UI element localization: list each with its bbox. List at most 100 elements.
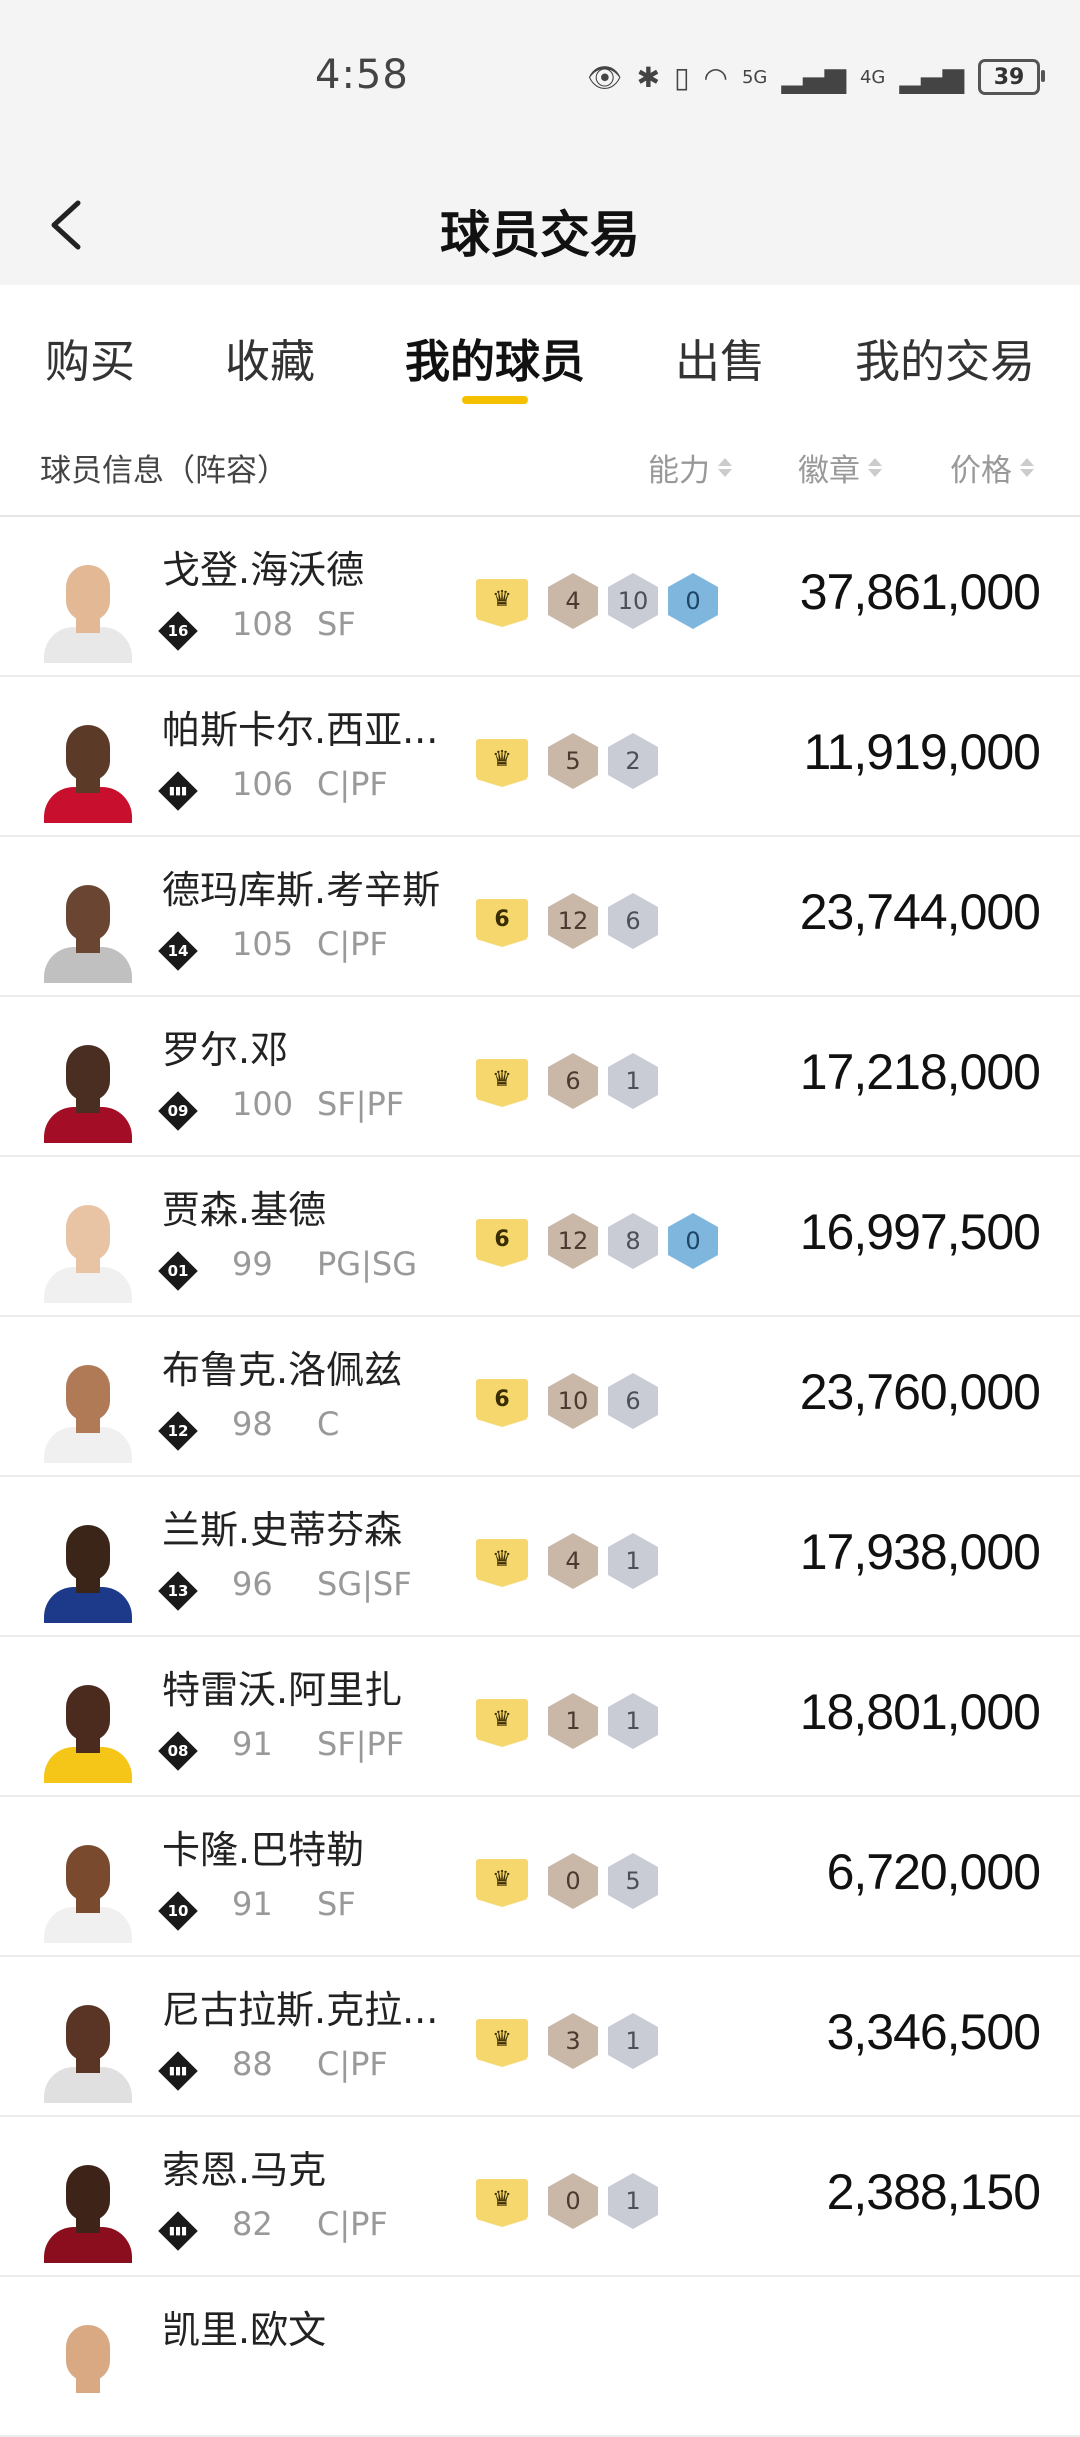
player-price: 2,388,150: [826, 2164, 1041, 2220]
player-price: 18,801,000: [799, 1684, 1041, 1740]
sort-price[interactable]: 价格: [950, 445, 1034, 490]
player-position: SF|PF: [317, 1085, 405, 1123]
lineup-rank-badge: 10: [158, 1891, 198, 1931]
tab-my-trades[interactable]: 我的交易: [855, 325, 1035, 390]
player-position: SF: [317, 1885, 356, 1923]
player-position: SG|SF: [317, 1565, 412, 1603]
player-row[interactable]: 兰斯.史蒂芬森 13 96 SG|SF ♛ 4 1 17,938,000: [0, 1477, 1080, 1637]
player-name: 卡隆.巴特勒: [162, 1828, 365, 1872]
player-avatar: [40, 1033, 136, 1143]
sort-ability-label: 能力: [648, 453, 710, 489]
badge-count-silver: 1: [608, 1053, 658, 1109]
lineup-rank-badge: 14: [158, 931, 198, 971]
player-position: PG|SG: [317, 1245, 417, 1283]
header-player-info: 球员信息（阵容）: [40, 453, 288, 489]
player-row[interactable]: 特雷沃.阿里扎 08 91 SF|PF ♛ 1 1 18,801,000: [0, 1637, 1080, 1797]
crown-icon: ♛: [476, 2019, 528, 2067]
tier-badge: 6: [476, 1379, 528, 1427]
player-avatar: [40, 553, 136, 663]
player-rating: 105: [232, 925, 294, 963]
player-row[interactable]: 布鲁克.洛佩兹 12 98 C 6 10 6 23,760,000: [0, 1317, 1080, 1477]
player-name: 尼古拉斯.克拉...: [162, 1988, 439, 2032]
sort-ability[interactable]: 能力: [648, 445, 732, 490]
badge-count-bronze: 4: [548, 573, 598, 629]
signal-icon: ▂▄▆: [781, 60, 846, 94]
status-icons: 👁 ✱ ▯ ◠ 5G ▂▄▆ 4G ▂▄▆ 39: [587, 56, 1045, 98]
badge-count-bronze: 4: [548, 1533, 598, 1589]
player-row[interactable]: 帕斯卡尔.西亚... ▮▮▮ 106 C|PF ♛ 5 2 11,919,000: [0, 677, 1080, 837]
badge-count-bronze: 6: [548, 1053, 598, 1109]
player-name: 贾森.基德: [162, 1188, 327, 1232]
player-row[interactable]: 尼古拉斯.克拉... ▮▮▮ 88 C|PF ♛ 3 1 3,346,500: [0, 1957, 1080, 2117]
player-name: 索恩.马克: [162, 2148, 327, 2192]
lineup-rank-badge: 13: [158, 1571, 198, 1611]
status-bar: 4:58 👁 ✱ ▯ ◠ 5G ▂▄▆ 4G ▂▄▆ 39: [0, 0, 1080, 165]
vibrate-icon: ▯: [674, 60, 690, 94]
player-row[interactable]: 贾森.基德 01 99 PG|SG 6 12 8 0 16,997,500: [0, 1157, 1080, 1317]
tab-sell[interactable]: 出售: [675, 325, 765, 390]
tab-bar: 购买 收藏 我的球员 出售 我的交易: [0, 285, 1080, 415]
player-avatar: [40, 1993, 136, 2103]
player-row[interactable]: 戈登.海沃德 16 108 SF ♛ 4 10 0 37,861,000: [0, 517, 1080, 677]
player-avatar: [40, 713, 136, 823]
tab-favorites[interactable]: 收藏: [225, 325, 315, 390]
crown-icon: ♛: [476, 579, 528, 627]
lineup-rank-number: ▮▮▮: [168, 784, 188, 797]
sort-arrows-icon: [868, 458, 882, 477]
lineup-rank-badge: 01: [158, 1251, 198, 1291]
player-row[interactable]: 卡隆.巴特勒 10 91 SF ♛ 0 5 6,720,000: [0, 1797, 1080, 1957]
player-position: SF|PF: [317, 1725, 405, 1763]
player-position: C|PF: [317, 2205, 388, 2243]
player-name: 兰斯.史蒂芬森: [162, 1508, 403, 1552]
player-name: 布鲁克.洛佩兹: [162, 1348, 403, 1392]
badge-count-bronze: 12: [548, 1213, 598, 1269]
player-list: 戈登.海沃德 16 108 SF ♛ 4 10 0 37,861,000 帕斯卡尔.西亚... ▮▮…: [0, 517, 1080, 2437]
player-rating: 98: [232, 1405, 273, 1443]
lineup-rank-badge: ▮▮▮: [158, 2211, 198, 2251]
player-avatar: [40, 2153, 136, 2263]
crown-icon: ♛: [476, 739, 528, 787]
lineup-rank-number: ▮▮▮: [168, 2224, 188, 2237]
wifi-icon: ◠: [703, 60, 728, 94]
player-name: 罗尔.邓: [162, 1028, 289, 1072]
sort-arrows-icon: [718, 458, 732, 477]
badge-count-silver: 8: [608, 1213, 658, 1269]
player-price: 17,938,000: [799, 1524, 1041, 1580]
player-name: 德玛库斯.考辛斯: [162, 868, 441, 912]
badge-count-blue: 0: [668, 573, 718, 629]
tab-buy[interactable]: 购买: [45, 325, 135, 390]
player-rating: 82: [232, 2205, 273, 2243]
lineup-rank-badge: 08: [158, 1731, 198, 1771]
crown-icon: ♛: [476, 1539, 528, 1587]
tier-badge: 6: [476, 899, 528, 947]
sort-badges[interactable]: 徽章: [798, 445, 882, 490]
player-row[interactable]: 索恩.马克 ▮▮▮ 82 C|PF ♛ 0 1 2,388,150: [0, 2117, 1080, 2277]
player-row[interactable]: 罗尔.邓 09 100 SF|PF ♛ 6 1 17,218,000: [0, 997, 1080, 1157]
crown-icon: ♛: [476, 2179, 528, 2227]
crown-icon: ♛: [476, 1859, 528, 1907]
lineup-rank-number: 08: [167, 1742, 189, 1760]
lineup-rank-number: 13: [167, 1582, 189, 1600]
player-position: C|PF: [317, 765, 388, 803]
sort-arrows-icon: [1020, 458, 1034, 477]
crown-icon: ♛: [476, 1059, 528, 1107]
list-header: 球员信息（阵容） 能力 徽章 价格: [0, 415, 1080, 517]
player-price: 37,861,000: [799, 564, 1041, 620]
player-rating: 99: [232, 1245, 273, 1283]
lineup-rank-badge: 12: [158, 1411, 198, 1451]
badge-count-silver: 2: [608, 733, 658, 789]
badge-count-bronze: 3: [548, 2013, 598, 2069]
player-rating: 91: [232, 1885, 273, 1923]
badge-count-bronze: 10: [548, 1373, 598, 1429]
player-row[interactable]: 德玛库斯.考辛斯 14 105 C|PF 6 12 6 23,744,000: [0, 837, 1080, 997]
badge-count-bronze: 5: [548, 733, 598, 789]
player-price: 11,919,000: [803, 724, 1041, 780]
lineup-rank-number: 10: [167, 1902, 189, 1920]
lineup-rank-number: 01: [167, 1262, 189, 1280]
tab-my-players[interactable]: 我的球员: [405, 325, 585, 390]
player-price: 17,218,000: [799, 1044, 1041, 1100]
sort-price-label: 价格: [950, 453, 1012, 489]
player-row[interactable]: 凯里.欧文: [0, 2277, 1080, 2437]
badge-count-silver: 1: [608, 1693, 658, 1749]
badge-count-silver: 5: [608, 1853, 658, 1909]
